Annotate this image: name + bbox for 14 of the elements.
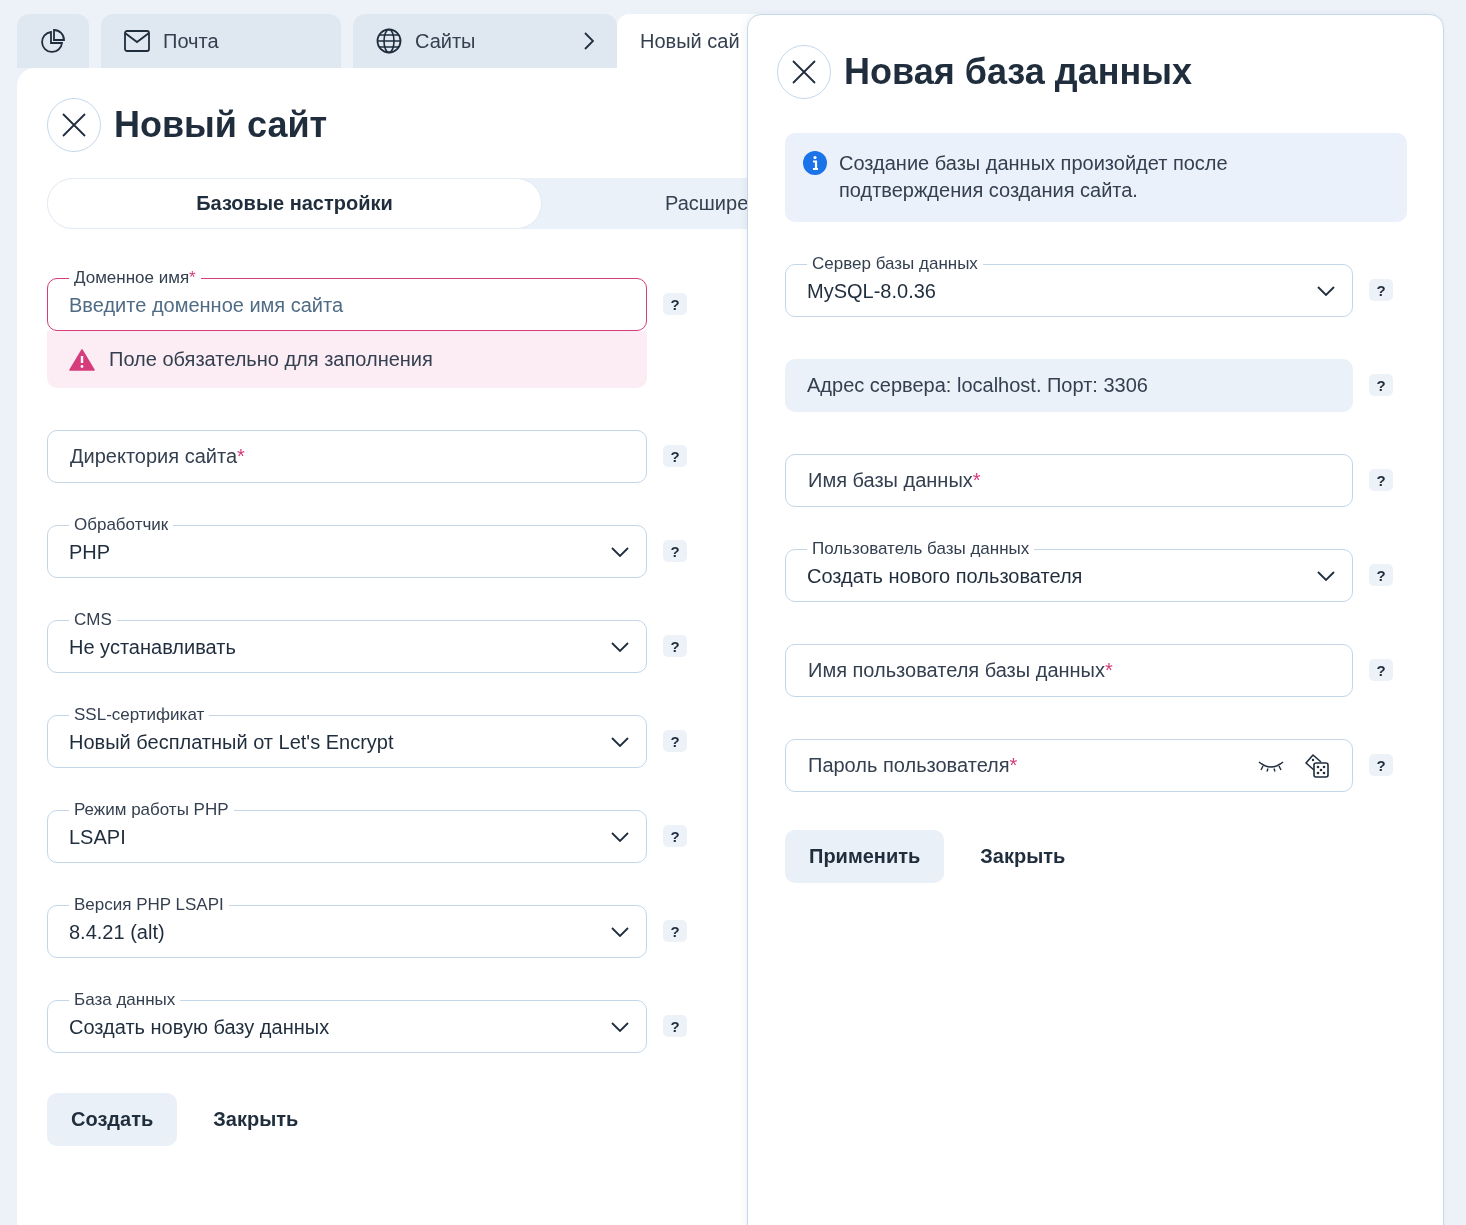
server-address: Адрес сервера: localhost. Порт: 3306 xyxy=(785,359,1353,412)
info-text: Создание базы данных произойдет после подтверждения создания сайта. xyxy=(839,151,1229,203)
field-label: Обработчик xyxy=(73,516,170,534)
field-label: Версия PHP LSAPI xyxy=(73,896,225,914)
field-label: Режим работы PHP xyxy=(73,801,230,819)
field-label: CMS xyxy=(73,611,113,629)
field-label: Пользователь базы данных xyxy=(811,540,1031,558)
error-message: Поле обязательно для заполнения xyxy=(47,331,647,388)
field-label: SSL-сертификат xyxy=(73,706,206,724)
page-title: Новый сайт xyxy=(114,104,328,146)
field-label: Сервер базы данных xyxy=(811,255,979,273)
field-label: База данных xyxy=(73,991,177,1009)
field-label: Доменное имя* xyxy=(73,269,197,287)
drawer-title: Новая база данных xyxy=(844,51,1192,93)
